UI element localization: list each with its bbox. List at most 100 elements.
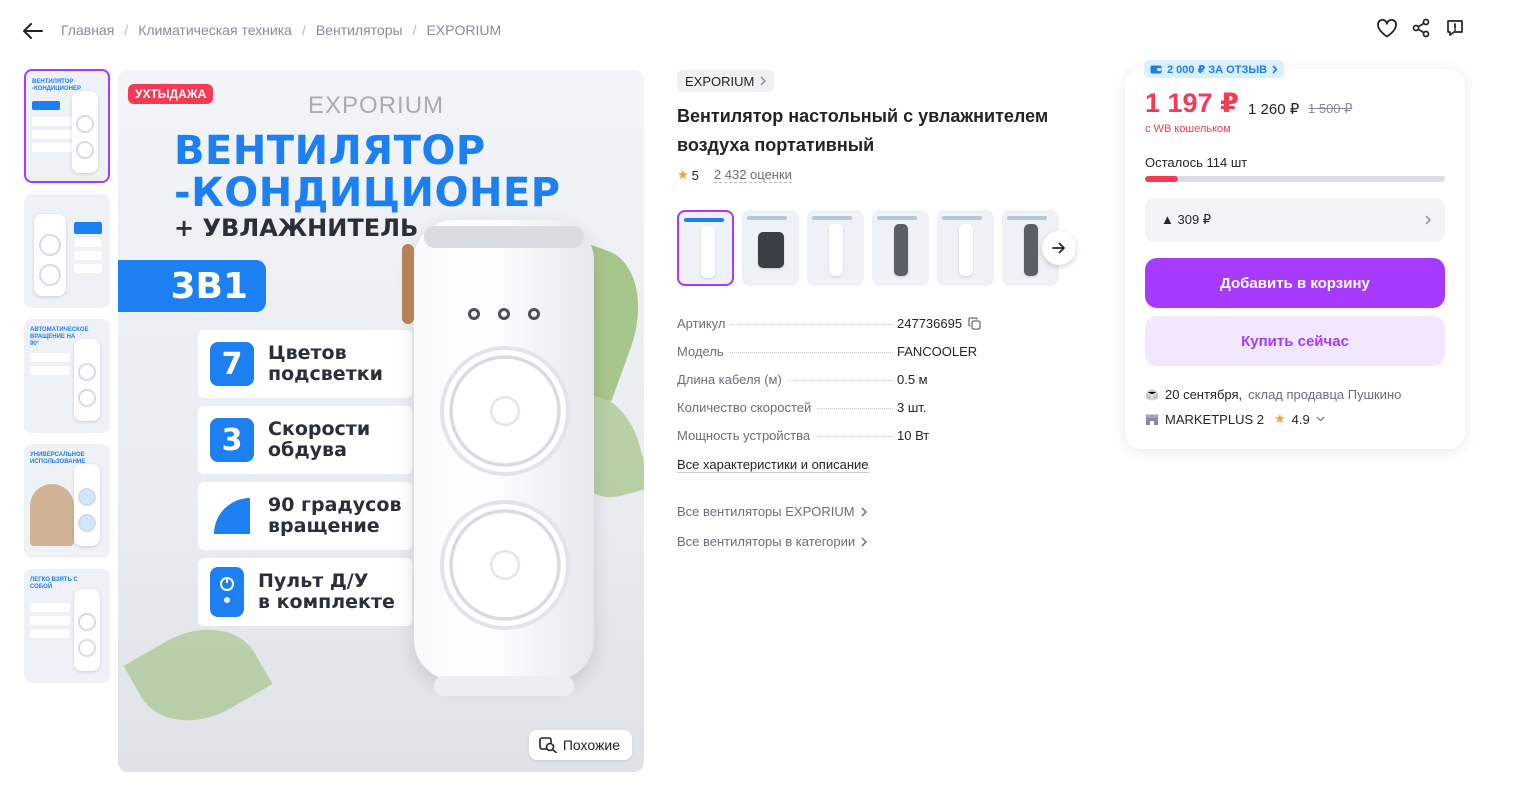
brand-name: EXPORIUM [685,73,755,89]
spec-row: Длина кабеля (м) 0.5 м [677,372,1097,400]
delivery-place: склад продавца Пушкино [1248,387,1402,402]
box-icon [1145,388,1159,401]
gallery-thumbnail[interactable]: ВЕНТИЛЯТОР -КОНДИЦИОНЕР [24,69,110,183]
thumbnail-badge [32,101,60,110]
spec-row: Мощность устройства 10 Вт [677,428,1097,456]
add-to-cart-button[interactable]: Добавить в корзину [1145,258,1445,308]
chevron-right-icon [760,76,767,86]
heart-icon[interactable] [1376,17,1398,39]
rotation-icon [210,494,254,538]
copy-icon[interactable] [968,317,981,330]
variant-thumbnail[interactable] [742,210,799,286]
spec-row: Модель FANCOOLER [677,344,1097,372]
feature-text: Скорости обдува [268,418,371,461]
brand-chip[interactable]: EXPORIUM [677,70,775,92]
share-icon[interactable] [1410,17,1432,39]
gallery-thumbnail[interactable]: АВТОМАТИЧЕСКОЕ ВРАЩЕНИЕ НА 90° [24,319,110,433]
headline-line: -КОНДИЦИОНЕР [174,170,561,216]
feature-text: Пульт Д/У в комплекте [258,570,395,613]
device-button [528,308,540,320]
buy-now-button[interactable]: Купить сейчас [1145,316,1445,366]
variants-next-button[interactable] [1042,231,1076,265]
spec-key: Модель [677,344,897,359]
variant-thumbnail[interactable] [677,210,734,286]
spec-value: FANCOOLER [897,344,978,359]
thumbnail-caption: УНИВЕРСАЛЬНОЕ ИСПОЛЬЗОВАНИЕ [30,452,86,465]
stock-bar [1145,176,1445,182]
breadcrumb-separator: / [124,22,129,38]
brand-category-link[interactable]: Все вентиляторы EXPORIUM [677,504,867,519]
thumbnail-device [74,339,100,421]
breadcrumb-climate[interactable]: Климатическая техника [138,22,292,38]
feature-number: 7 [210,342,254,386]
gallery-thumbnails: ВЕНТИЛЯТОР -КОНДИЦИОНЕР АВТОМАТИЧЕСКОЕ В… [24,69,110,694]
breadcrumb-fans[interactable]: Вентиляторы [316,22,403,38]
chevron-right-icon [861,506,867,517]
price-without-wallet: 1 260 ₽ [1248,101,1300,118]
seller-rating: 4.9 [1291,411,1310,427]
similar-button[interactable]: Похожие [528,730,632,760]
leaf-decoration [123,606,273,744]
gallery-thumbnail[interactable] [24,194,110,308]
fan-device-illustration [402,220,594,696]
all-specs-link[interactable]: Все характеристики и описание [677,457,869,473]
chevron-right-icon [861,536,868,547]
thumbnail-people-image [30,484,74,546]
promo-badge: УХТЫДАЖА [128,84,214,104]
star-icon: ★ [677,167,689,182]
star-icon: ★ [1273,411,1286,426]
breadcrumb-brand[interactable]: EXPORIUM [426,22,501,38]
feature-card: 7 Цветов подсветки [198,330,412,398]
similar-label: Похожие [562,737,620,753]
delivery-info: 20 сентября, склад продавца Пушкино [1145,387,1401,402]
report-icon[interactable] [1444,17,1466,39]
stock-bar-fill [1145,176,1178,182]
spec-value: 247736695 [897,316,981,331]
wallet-icon [1150,65,1162,73]
spec-value: 0.5 м [897,372,928,387]
chevron-down-icon [1316,416,1325,422]
seller-info[interactable]: MARKETPLUS 2 ★ 4.9 [1145,411,1325,427]
gallery-thumbnail[interactable]: УНИВЕРСАЛЬНОЕ ИСПОЛЬЗОВАНИЕ [24,444,110,558]
rating-value: 5 [691,167,699,183]
feature-text: 90 градусов вращение [268,494,402,537]
main-product-image[interactable]: УХТЫДАЖА EXPORIUM ВЕНТИЛЯТОР -КОНДИЦИОНЕ… [118,70,644,772]
image-headline: ВЕНТИЛЯТОР -КОНДИЦИОНЕР [174,130,561,214]
combo-badge: 3В1 [118,260,266,312]
spec-key: Мощность устройства [677,428,897,443]
thumbnail-caption: ЛЕГКО ВЗЯТЬ С СОБОЙ [30,577,78,590]
variant-thumbnail[interactable] [872,210,929,286]
remote-icon [210,567,244,617]
brand-watermark: EXPORIUM [308,92,445,119]
stock-remaining: Осталось 114 шт [1145,155,1248,170]
top-bar: Главная / Климатическая техника / Вентил… [0,0,1534,62]
breadcrumb: Главная / Климатическая техника / Вентил… [61,22,501,38]
chevron-right-icon [1272,64,1278,74]
spec-value: 3 шт. [897,400,927,415]
installment-row[interactable]: ▲ 309 ₽ [1145,198,1445,242]
spec-key: Количество скоростей [677,400,897,415]
thumbnail-device [74,589,100,671]
spec-row: Артикул 247736695 [677,316,1097,344]
installment-price: ▲ 309 ₽ [1161,212,1212,227]
variant-thumbnail[interactable] [937,210,994,286]
variant-thumbnail[interactable] [807,210,864,286]
top-actions [1376,17,1466,39]
seller-name: MARKETPLUS 2 [1165,411,1264,427]
thumbnail-lines [30,603,70,642]
brand-category-label: Все вентиляторы EXPORIUM [677,504,855,519]
device-handle [402,244,414,324]
thumbnail-device [74,464,100,546]
image-subline: + УВЛАЖНИТЕЛЬ [174,214,419,242]
price-old: 1 500 ₽ [1308,101,1353,116]
product-title: Вентилятор настольный с увлажнителем воз… [677,106,1049,155]
device-top [424,226,584,248]
gallery-thumbnail[interactable]: ЛЕГКО ВЗЯТЬ С СОБОЙ [24,569,110,683]
category-link[interactable]: Все вентиляторы в категории [677,534,868,549]
breadcrumb-home[interactable]: Главная [61,22,114,38]
review-bonus-badge[interactable]: 2 000 ₽ ЗА ОТЗЫВ [1144,60,1285,78]
reviews-link[interactable]: 2 432 оценки [713,167,792,183]
back-arrow-icon[interactable] [20,18,46,44]
variant-selector [677,210,1059,286]
device-fan [440,346,570,476]
